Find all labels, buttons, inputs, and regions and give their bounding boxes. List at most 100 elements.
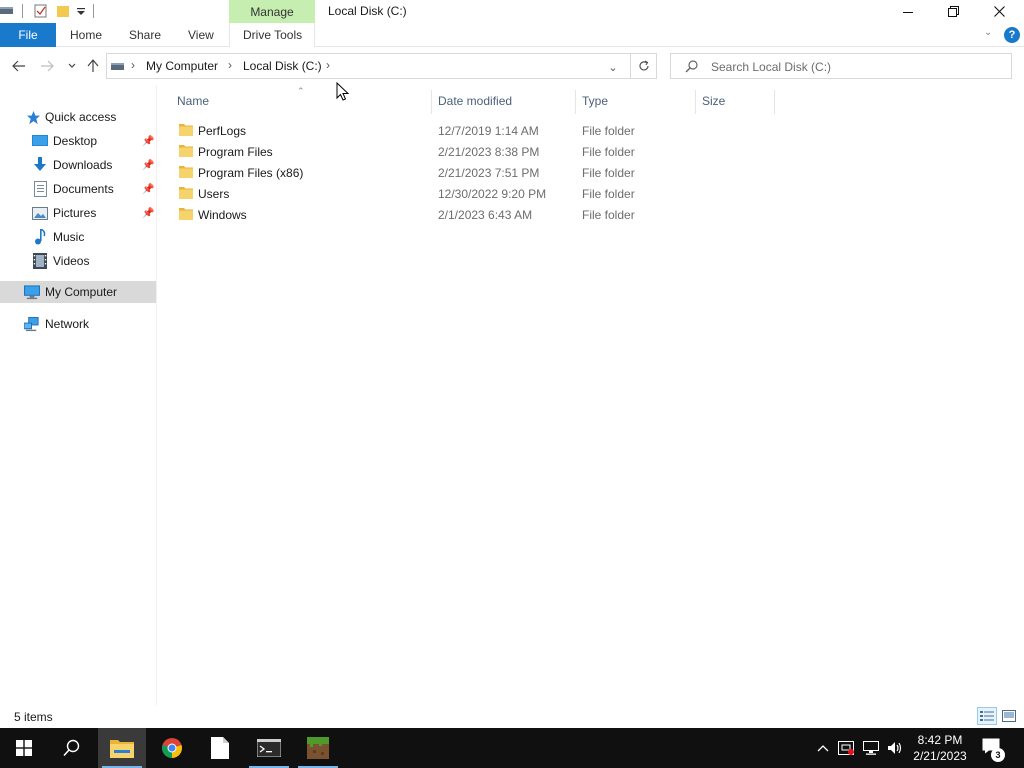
back-button[interactable]: [9, 56, 29, 76]
taskbar-clock[interactable]: 8:42 PM 2/21/2023: [904, 732, 976, 764]
volume-icon[interactable]: [887, 740, 903, 756]
sidebar-item-label: Desktop: [53, 134, 98, 148]
taskbar-file-explorer[interactable]: [98, 728, 146, 768]
sidebar-item-pictures[interactable]: Pictures 📌: [0, 202, 156, 224]
taskbar-minecraft[interactable]: [294, 728, 342, 768]
table-row[interactable]: Users 12/30/2022 9:20 PM File folder: [176, 183, 776, 204]
large-icons-view-button[interactable]: [999, 707, 1019, 725]
up-arrow-icon: [87, 59, 99, 72]
tab-view[interactable]: View: [188, 23, 214, 47]
taskbar-notepad[interactable]: [196, 728, 244, 768]
chevron-down-icon: [68, 63, 76, 68]
notification-count-badge: 3: [991, 748, 1005, 762]
refresh-button[interactable]: [630, 54, 657, 78]
breadcrumb-chevron-icon[interactable]: ›: [228, 58, 232, 72]
file-type: File folder: [582, 208, 635, 222]
pin-icon[interactable]: 📌: [142, 184, 154, 195]
explorer-app-icon[interactable]: [0, 4, 14, 18]
taskbar: 8:42 PM 2/21/2023 3: [0, 728, 1024, 768]
desktop-icon: [32, 133, 48, 149]
restore-button[interactable]: [930, 0, 976, 23]
taskbar-chrome[interactable]: [148, 728, 196, 768]
table-row[interactable]: PerfLogs 12/7/2019 1:14 AM File folder: [176, 120, 776, 141]
tab-drive-tools[interactable]: Drive Tools: [243, 23, 302, 47]
column-header-size[interactable]: Size: [702, 94, 725, 108]
help-icon[interactable]: ?: [1004, 27, 1020, 43]
grass-block-icon: [307, 737, 329, 759]
file-type: File folder: [582, 124, 635, 138]
tab-file[interactable]: File: [0, 23, 56, 47]
properties-icon[interactable]: [34, 4, 48, 18]
file-name: PerfLogs: [198, 124, 247, 138]
sidebar-item-downloads[interactable]: Downloads 📌: [0, 154, 156, 176]
minimize-icon: [903, 11, 913, 13]
pin-icon[interactable]: 📌: [142, 208, 154, 219]
sidebar-item-documents[interactable]: Documents 📌: [0, 178, 156, 200]
start-button[interactable]: [0, 728, 48, 768]
column-header-type[interactable]: Type: [582, 94, 608, 108]
search-icon: [685, 59, 699, 73]
file-type: File folder: [582, 145, 635, 159]
breadcrumb-chevron-icon[interactable]: ›: [326, 58, 330, 72]
folder-icon: [179, 187, 193, 199]
pin-icon[interactable]: 📌: [142, 136, 154, 147]
network-icon: [24, 316, 40, 332]
table-row[interactable]: Program Files (x86) 2/21/2023 7:51 PM Fi…: [176, 162, 776, 183]
column-header-date-modified[interactable]: Date modified: [438, 94, 512, 108]
column-divider[interactable]: [575, 90, 576, 114]
network-tray-icon[interactable]: [863, 740, 879, 756]
folder-icon: [179, 124, 193, 136]
expand-ribbon-chevron-icon[interactable]: ⌄: [984, 27, 992, 38]
up-button[interactable]: [83, 56, 103, 76]
sidebar-item-label: Documents: [53, 182, 114, 196]
sidebar-item-music[interactable]: Music: [0, 226, 156, 248]
status-bar: 5 items: [0, 705, 1024, 728]
forward-button[interactable]: [37, 56, 57, 76]
new-folder-icon[interactable]: [56, 4, 70, 18]
refresh-icon: [639, 60, 649, 71]
pin-icon[interactable]: 📌: [142, 160, 154, 171]
windows-logo-icon: [16, 740, 32, 756]
sidebar-item-desktop[interactable]: Desktop 📌: [0, 130, 156, 152]
taskbar-terminal[interactable]: [245, 728, 293, 768]
manage-tab-label: Manage: [250, 4, 294, 19]
file-date-modified: 2/21/2023 7:51 PM: [438, 166, 540, 180]
manage-tab[interactable]: Manage: [229, 0, 315, 23]
search-box[interactable]: Search Local Disk (C:): [670, 53, 1012, 79]
breadcrumb-chevron-icon[interactable]: ›: [131, 58, 135, 72]
tab-share[interactable]: Share: [129, 23, 161, 47]
restore-icon: [947, 6, 959, 17]
table-row[interactable]: Windows 2/1/2023 6:43 AM File folder: [176, 204, 776, 225]
column-divider[interactable]: [431, 90, 432, 114]
address-dropdown-icon[interactable]: ⌄: [604, 58, 622, 76]
tab-home[interactable]: Home: [70, 23, 102, 47]
column-divider[interactable]: [695, 90, 696, 114]
chrome-icon: [162, 738, 182, 758]
blank-document-icon: [211, 737, 229, 759]
minimize-button[interactable]: [885, 0, 931, 23]
address-bar[interactable]: › My Computer › Local Disk (C:) › ⌄: [106, 53, 657, 79]
recent-locations-button[interactable]: [62, 56, 82, 76]
file-date-modified: 12/7/2019 1:14 AM: [438, 124, 539, 138]
sidebar-item-videos[interactable]: Videos: [0, 250, 156, 272]
security-icon[interactable]: [838, 740, 854, 756]
mouse-cursor-icon: [336, 82, 350, 101]
search-button[interactable]: [48, 728, 96, 768]
close-icon: [993, 6, 1005, 17]
table-row[interactable]: Program Files 2/21/2023 8:38 PM File fol…: [176, 141, 776, 162]
sidebar-item-my-computer[interactable]: My Computer: [0, 281, 156, 303]
breadcrumb-local-disk[interactable]: Local Disk (C:): [243, 59, 322, 73]
pictures-icon: [32, 205, 48, 221]
file-type: File folder: [582, 166, 635, 180]
column-divider[interactable]: [774, 90, 775, 114]
customize-quick-access-icon[interactable]: [74, 4, 88, 18]
sidebar-item-network[interactable]: Network: [0, 313, 156, 335]
show-hidden-icons-chevron-icon[interactable]: [815, 740, 831, 756]
close-button[interactable]: [976, 0, 1022, 23]
breadcrumb-my-computer[interactable]: My Computer: [146, 59, 218, 73]
column-header-name[interactable]: Name: [177, 94, 209, 108]
details-view-button[interactable]: [977, 707, 997, 725]
tab-view-label: View: [188, 28, 214, 42]
sidebar-item-quick-access[interactable]: Quick access: [0, 106, 156, 128]
file-date-modified: 2/21/2023 8:38 PM: [438, 145, 540, 159]
